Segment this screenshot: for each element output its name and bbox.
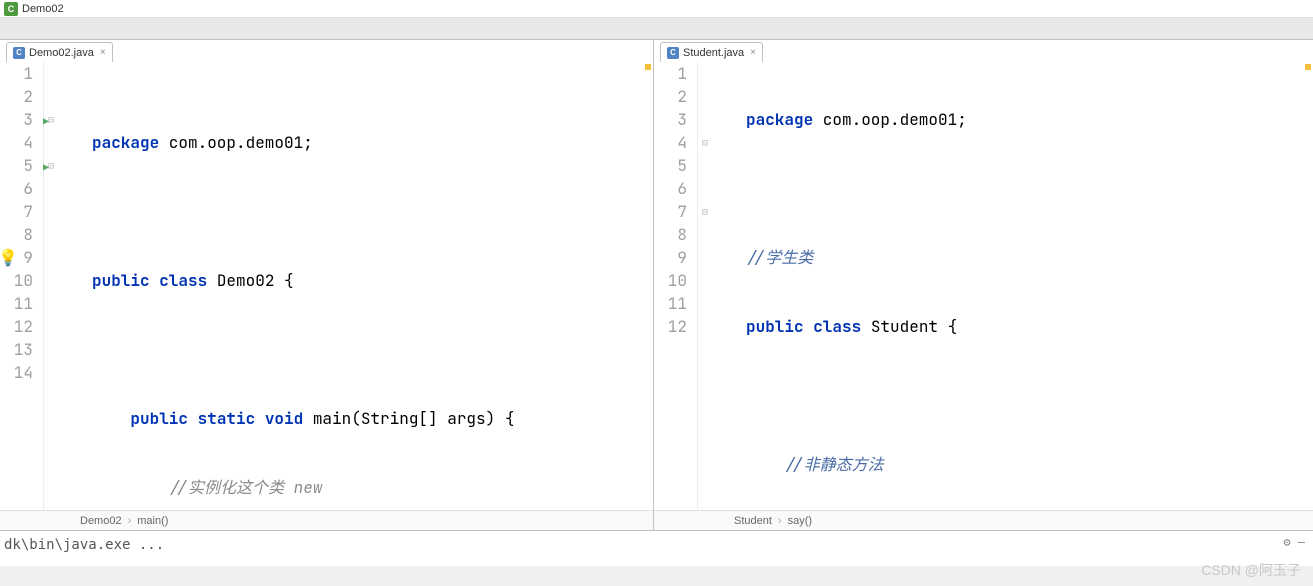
tab-demo02[interactable]: C Demo02.java × (6, 42, 113, 62)
chevron-right-icon: › (128, 515, 132, 527)
tab-label: Student.java (683, 47, 744, 59)
watermark: CSDN @阿玉子 (1201, 560, 1301, 580)
window-titlebar: C Demo02 (0, 0, 1313, 18)
tab-student[interactable]: C Student.java × (660, 42, 763, 62)
window-title: Demo02 (22, 3, 64, 15)
console-output: dk\bin\java.exe ... (4, 537, 164, 553)
line-gutter: 1 2 3 4 5 6 7 8 9 10 11 12 (654, 62, 698, 510)
java-file-icon: C (667, 47, 679, 59)
breadcrumb-class[interactable]: Student (734, 515, 772, 527)
code-area[interactable]: package com.oop.demo01; //学生类 public cla… (712, 62, 1124, 510)
breadcrumb-method[interactable]: say() (788, 515, 812, 527)
java-file-icon: C (13, 47, 25, 59)
breadcrumb-right[interactable]: Student › say() (654, 510, 1313, 530)
console-settings-icon[interactable]: ⚙ — (1283, 535, 1305, 549)
intention-bulb-icon[interactable]: 💡 (0, 246, 18, 269)
code-editor-left[interactable]: 1 2 3 4 5 6 7 8 9 10 11 12 13 14 ⊟ ⊟ (0, 62, 653, 510)
chevron-right-icon: › (778, 515, 782, 527)
close-icon[interactable]: × (750, 47, 756, 58)
error-stripe-marker[interactable] (645, 64, 651, 70)
error-stripe-marker[interactable] (1305, 64, 1311, 70)
breadcrumb-left[interactable]: Demo02 › main() (0, 510, 653, 530)
breadcrumb-class[interactable]: Demo02 (80, 515, 122, 527)
tab-strip-left: C Demo02.java × (0, 40, 653, 62)
editor-pane-left: C Demo02.java × 1 2 3 4 5 6 7 8 9 10 11 … (0, 40, 654, 530)
run-console[interactable]: dk\bin\java.exe ... ⚙ — (0, 530, 1313, 566)
editor-pane-right: C Student.java × 1 2 3 4 5 6 7 8 9 10 11… (654, 40, 1313, 530)
line-gutter: 1 2 3 4 5 6 7 8 9 10 11 12 13 14 (0, 62, 44, 510)
app-icon: C (4, 2, 18, 16)
tab-strip-right: C Student.java × (654, 40, 1313, 62)
breadcrumb-method[interactable]: main() (137, 515, 168, 527)
toolbar-row (0, 18, 1313, 40)
code-area[interactable]: 💡 package com.oop.demo01; public class D… (58, 62, 514, 510)
tab-label: Demo02.java (29, 47, 94, 59)
fold-column: ⊟ ⊟ (698, 62, 712, 510)
code-editor-right[interactable]: 1 2 3 4 5 6 7 8 9 10 11 12 ⊟ ⊟ package c… (654, 62, 1313, 510)
close-icon[interactable]: × (100, 47, 106, 58)
